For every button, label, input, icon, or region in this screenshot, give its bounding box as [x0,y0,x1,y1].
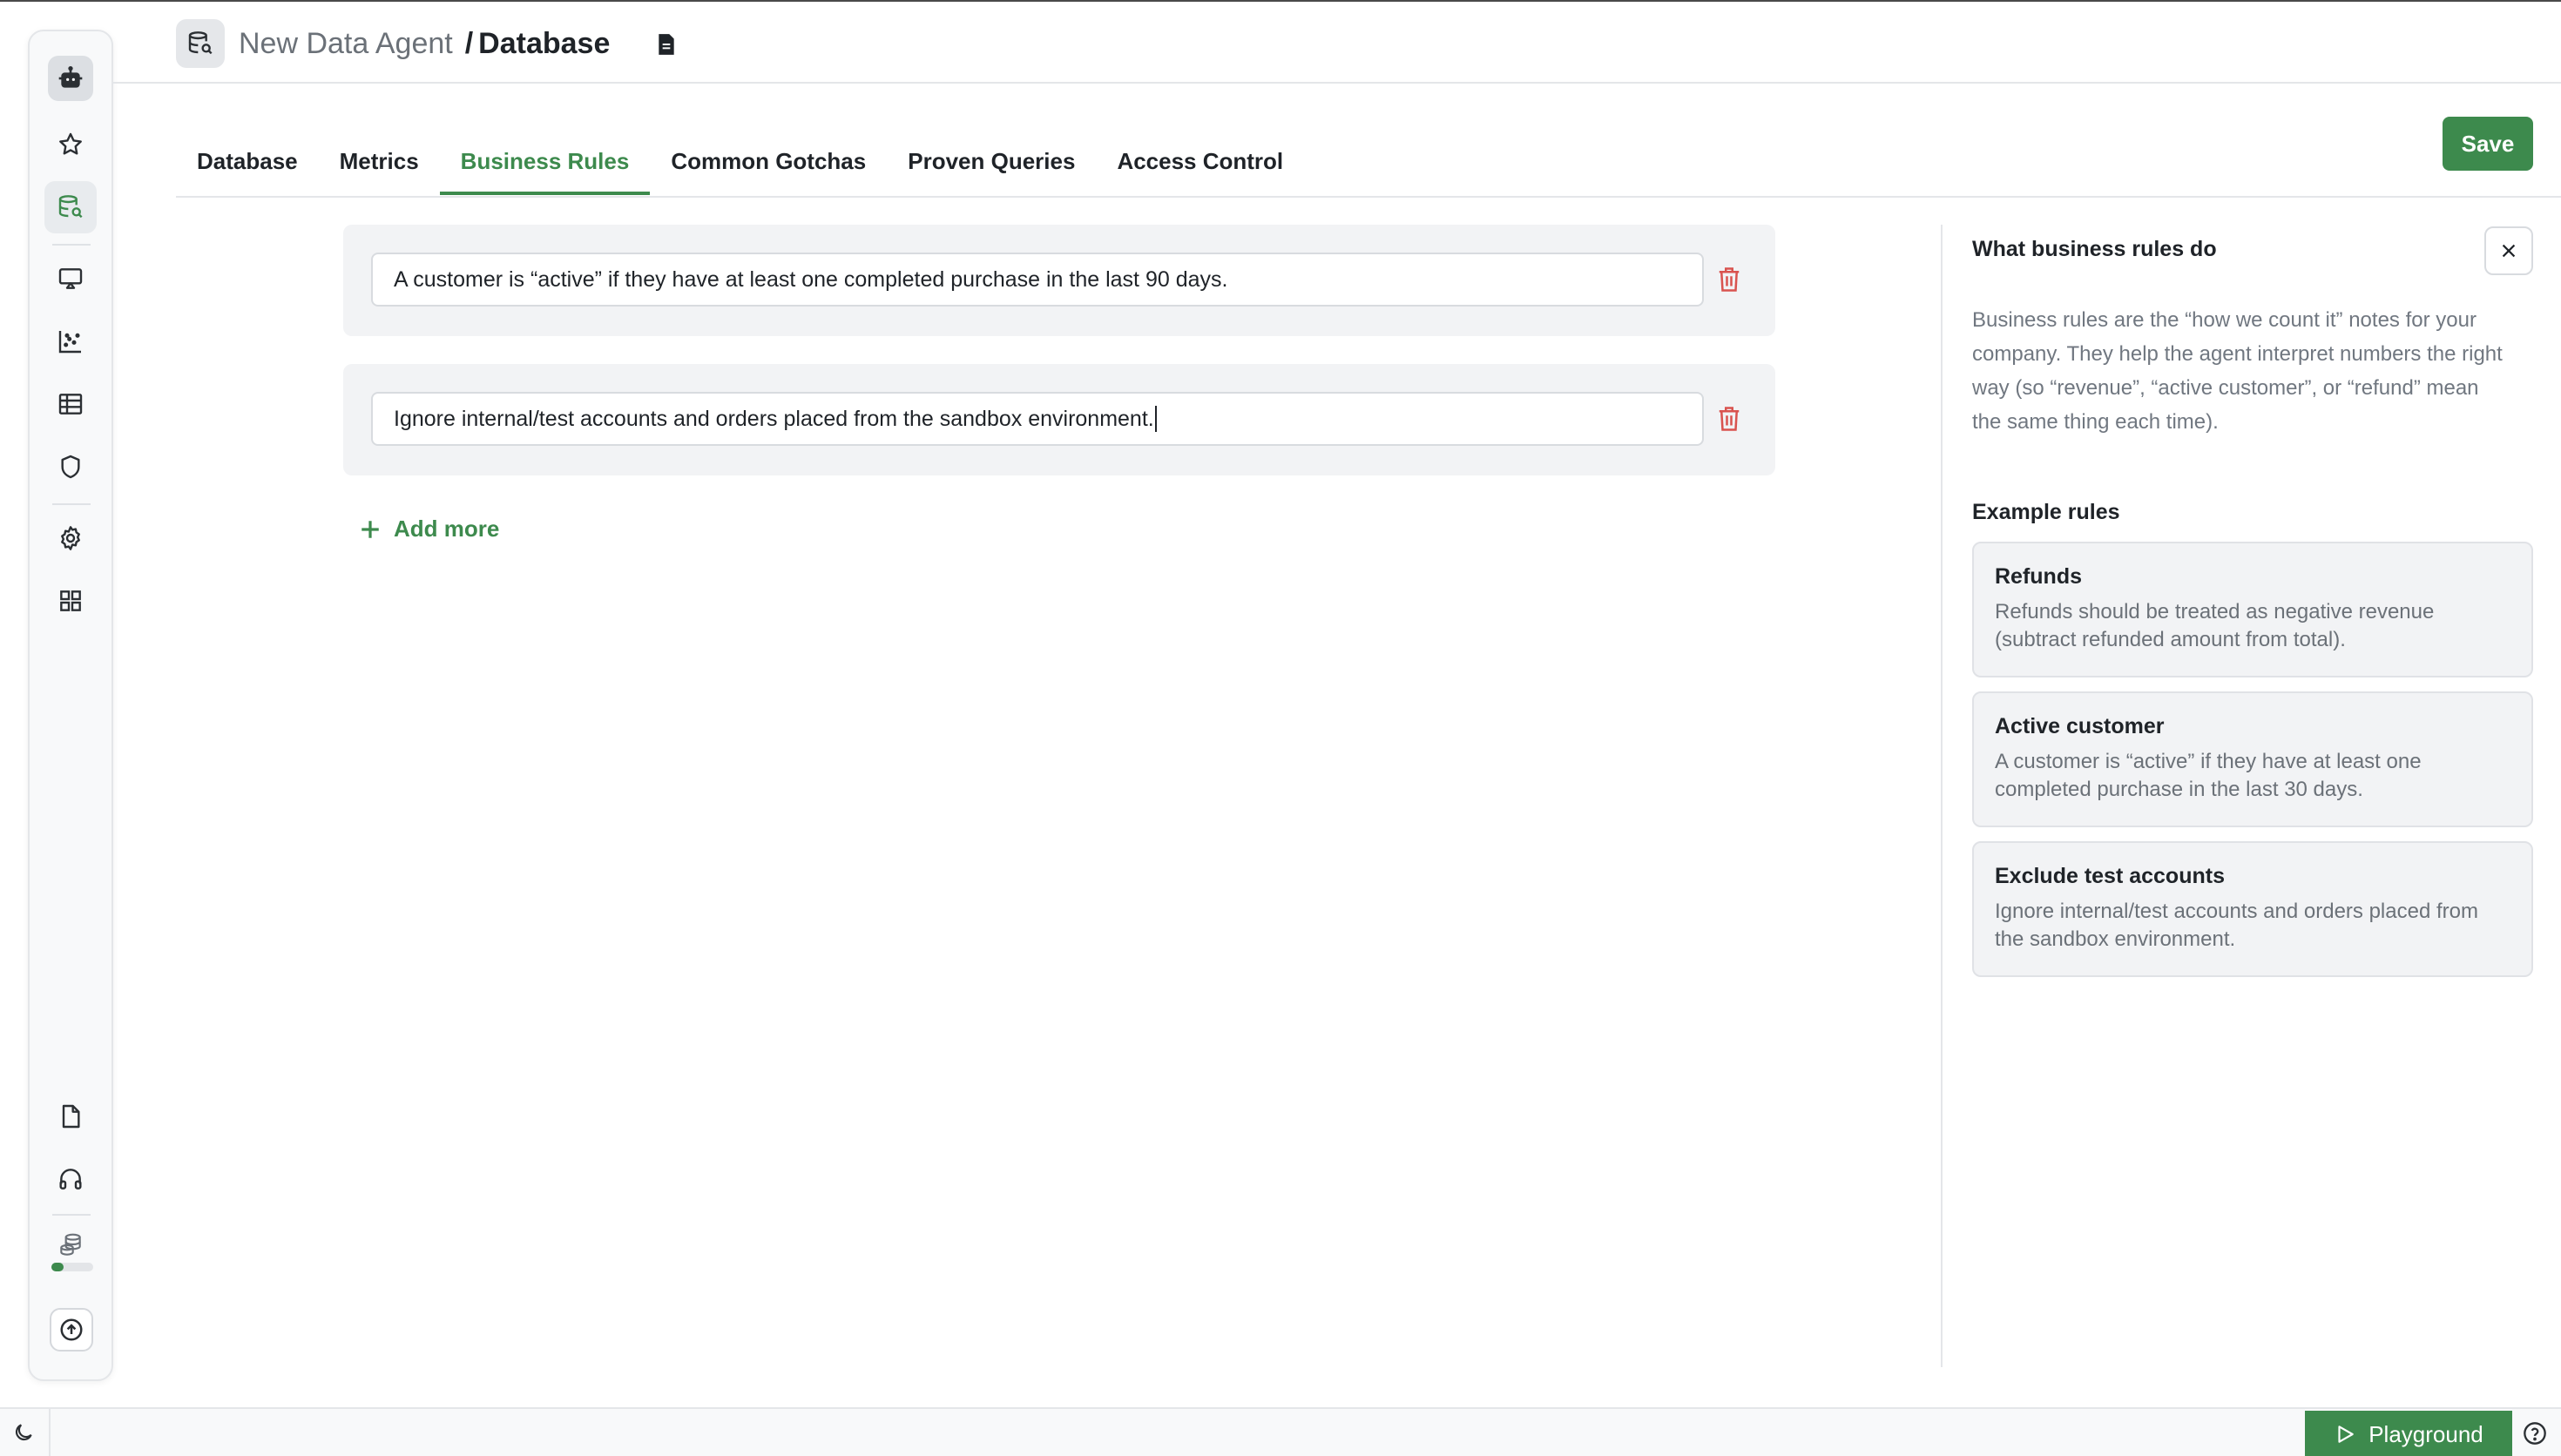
close-panel-button[interactable] [2484,226,2533,275]
moon-icon [15,1424,32,1441]
document-icon[interactable] [657,33,676,60]
examples-heading: Example rules [1972,500,2120,524]
rule-input-value: Ignore internal/test accounts and orders… [394,406,1154,431]
example-rule-text: A customer is “active” if they have at l… [1995,750,2422,801]
tabs-divider [176,196,2561,198]
rule-input-value: A customer is “active” if they have at l… [394,266,1228,292]
credit-usage-bar [51,1263,93,1271]
presentation-icon[interactable] [44,253,97,305]
upload-icon [60,1318,83,1341]
help-icon [2524,1422,2546,1445]
grid-icon[interactable] [44,575,97,627]
rule-input[interactable]: Ignore internal/test accounts and orders… [371,392,1704,446]
headphones-icon[interactable] [44,1153,97,1205]
example-rule-title: Refunds [1995,564,2082,589]
robot-icon[interactable] [48,56,93,101]
database-search-icon[interactable] [44,181,97,233]
panel-description: Business rules are the “how we count it”… [1972,308,2503,434]
sidebar-divider [52,244,91,246]
shield-icon[interactable] [44,441,97,493]
delete-rule-button[interactable] [1718,266,1740,297]
tab-bar: Database Metrics Business Rules Common G… [176,131,1304,197]
page-title: Database [478,27,611,60]
help-button[interactable] [2523,1421,2547,1450]
table-icon[interactable] [44,378,97,430]
sidebar-divider [52,1214,91,1216]
footer-bar: Playground [0,1407,2561,1456]
add-more-label: Add more [394,516,500,542]
plus-icon [362,520,379,538]
example-rule-text: Ignore internal/test accounts and orders… [1995,900,2478,951]
tab-business-rules[interactable]: Business Rules [439,131,651,195]
tab-metrics[interactable]: Metrics [319,131,440,195]
example-rule-title: Exclude test accounts [1995,864,2225,888]
database-search-icon [176,19,225,68]
panel-title: What business rules do [1972,237,2217,261]
rule-card: A customer is “active” if they have at l… [343,225,1775,336]
playground-button[interactable]: Playground [2305,1411,2512,1456]
example-rule-card[interactable]: Active customer A customer is “active” i… [1972,691,2533,827]
trash-icon [1719,267,1740,292]
tab-access-control[interactable]: Access Control [1096,131,1304,195]
add-more-button[interactable]: Add more [359,516,499,543]
delete-rule-button[interactable] [1718,406,1740,436]
breadcrumb: New Data Agent / Database [239,24,610,63]
text-caret [1154,406,1157,432]
tab-proven-queries[interactable]: Proven Queries [887,131,1096,195]
example-rule-card[interactable]: Exclude test accounts Ignore internal/te… [1972,841,2533,977]
example-rule-text: Refunds should be treated as negative re… [1995,600,2435,651]
tab-common-gotchas[interactable]: Common Gotchas [650,131,887,195]
trash-icon [1719,407,1740,431]
play-icon [2338,1426,2354,1443]
page-header: New Data Agent / Database [113,2,2561,84]
example-rule-card[interactable]: Refunds Refunds should be treated as neg… [1972,542,2533,677]
playground-label: Playground [2368,1420,2483,1447]
breadcrumb-agent-name[interactable]: New Data Agent [239,27,453,60]
scatter-chart-icon[interactable] [44,315,97,367]
star-icon[interactable] [44,118,97,171]
gear-icon[interactable] [44,512,97,564]
rule-input[interactable]: A customer is “active” if they have at l… [371,253,1704,307]
credit-usage-fill [51,1263,64,1271]
close-icon [2502,244,2516,258]
panel-divider [1941,225,1943,1367]
document-icon[interactable] [44,1090,97,1143]
save-button[interactable]: Save [2443,117,2533,171]
footer-divider [49,1409,51,1456]
example-rule-title: Active customer [1995,714,2165,738]
breadcrumb-separator: / [464,27,474,60]
upload-button[interactable] [50,1308,93,1352]
sidebar [28,30,113,1381]
theme-toggle-button[interactable] [12,1421,35,1448]
tab-database[interactable]: Database [176,131,319,195]
sidebar-divider [52,503,91,505]
rule-card: Ignore internal/test accounts and orders… [343,364,1775,475]
